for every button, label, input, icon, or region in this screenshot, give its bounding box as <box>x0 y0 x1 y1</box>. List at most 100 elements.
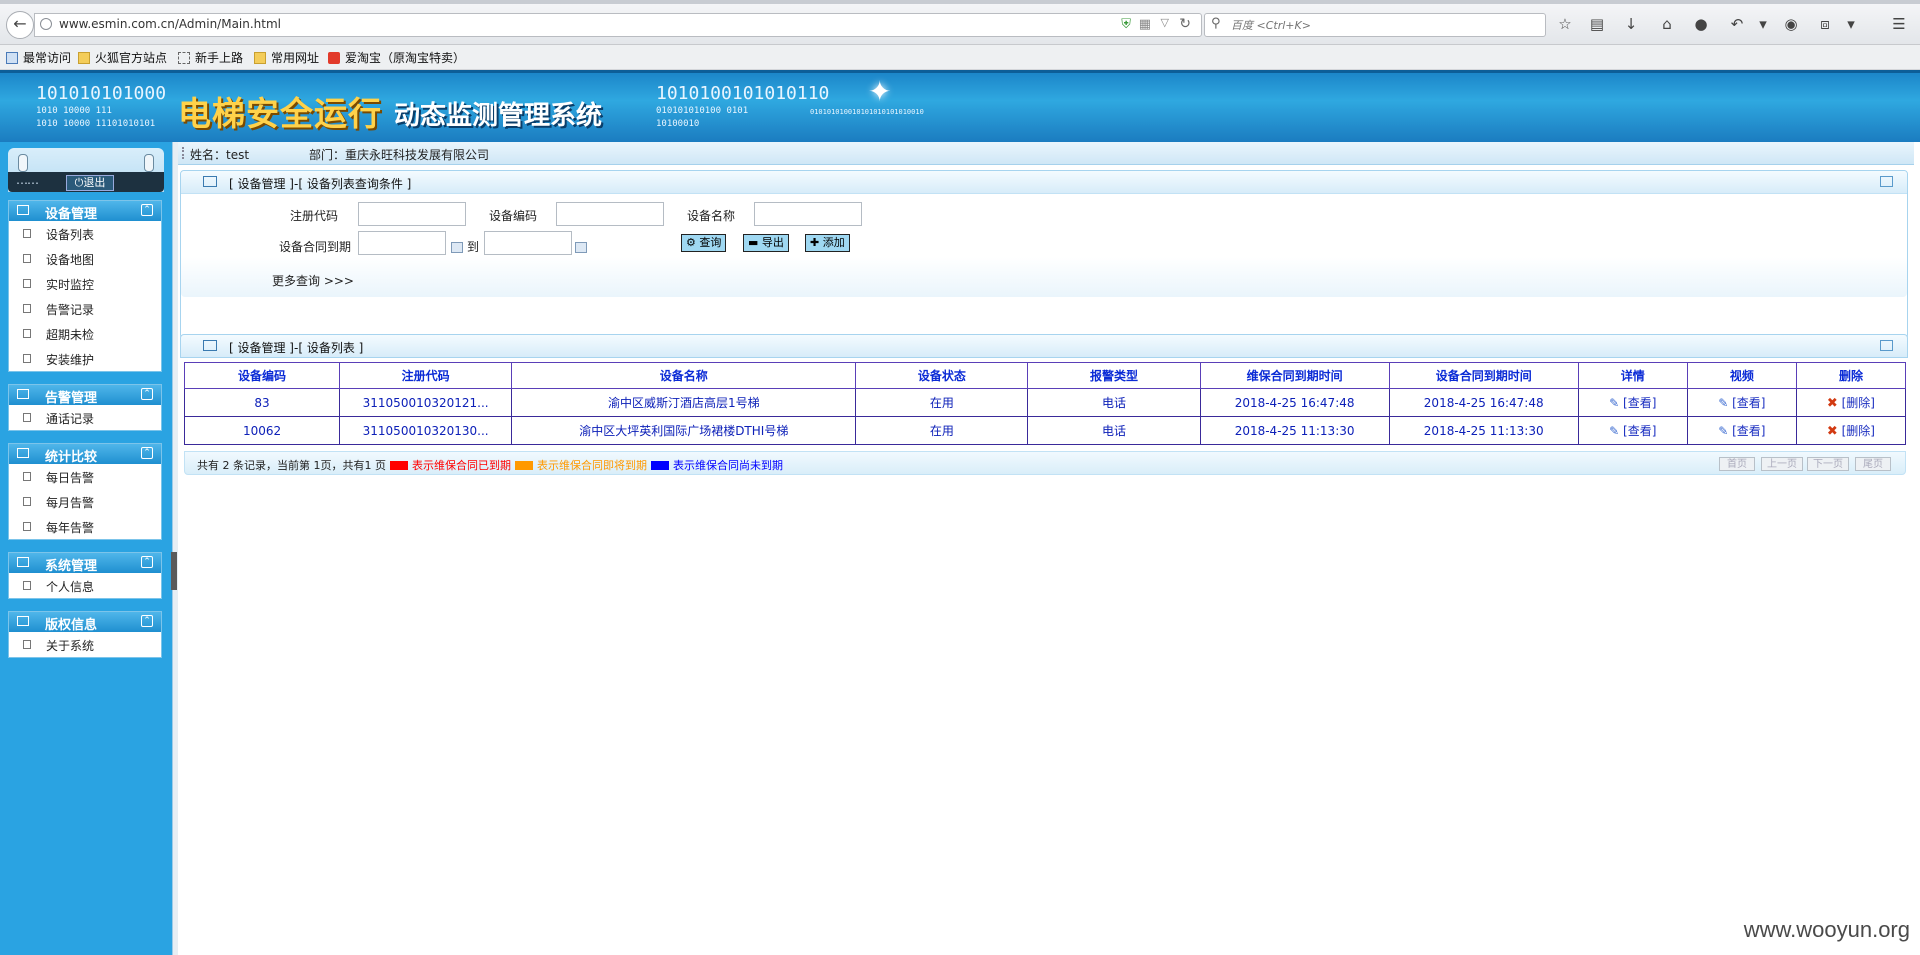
reg-code-input[interactable] <box>358 202 466 226</box>
chat-icon[interactable]: ● <box>1690 14 1712 34</box>
table-row[interactable]: 83 311050010320121... 渝中区威斯汀酒店高层1号梯 在用 电… <box>183 388 1907 417</box>
bookmark-getting-started[interactable]: 新手上路 <box>178 49 243 66</box>
edit-pencil-icon: ✎ <box>1718 396 1729 410</box>
table-row[interactable]: 10062 311050010320130... 渝中区大坪英利国际广场裙楼DT… <box>183 416 1907 445</box>
sidebar-item-daily-alarm[interactable]: 每日告警 <box>9 464 161 489</box>
sidebar-item-realtime-monitor[interactable]: 实时监控 <box>9 271 161 296</box>
contract-start-date-input[interactable] <box>358 231 446 255</box>
sidebar-item-alarm-records[interactable]: 告警记录 <box>9 296 161 321</box>
cell-device-code: 83 <box>183 388 341 417</box>
sidebar: ⋯⋯ ⏻退出 设备管理 ⌃ 设备列表 设备地图 实时监控 告警记录 超期未检 安装… <box>0 142 172 955</box>
collapse-icon[interactable]: ⌃ <box>141 204 153 216</box>
last-page-button[interactable]: 尾页 <box>1855 457 1891 471</box>
prev-page-button[interactable]: 上一页 <box>1761 457 1803 471</box>
qr-code-icon[interactable]: ▦ <box>1139 17 1151 32</box>
binary-decoration: 010101010100 0101 <box>656 106 749 116</box>
menu-group-header[interactable]: 统计比较 ⌃ <box>9 444 161 465</box>
view-video-link[interactable]: [查看] <box>1732 424 1765 438</box>
collapse-icon[interactable]: ⌃ <box>141 556 153 568</box>
sidebar-item-label: 每月告警 <box>46 496 95 510</box>
delete-link[interactable]: [删除] <box>1842 424 1875 438</box>
menu-group-title: 版权信息 <box>45 618 98 633</box>
cell-contract-expire: 2018-4-25 16:47:48 <box>1388 388 1579 417</box>
sidebar-item-call-records[interactable]: 通话记录 <box>9 405 161 430</box>
chevron-down-icon[interactable]: ▾ <box>1840 14 1862 34</box>
sidebar-item-device-list[interactable]: 设备列表 <box>9 221 161 246</box>
cell-maint-expire: 2018-4-25 16:47:48 <box>1199 388 1390 417</box>
undo-icon[interactable]: ↶ <box>1726 14 1748 34</box>
star-icon[interactable]: ☆ <box>1554 14 1576 34</box>
device-code-input[interactable] <box>556 202 664 226</box>
minimize-icon[interactable] <box>1880 176 1893 187</box>
collapse-icon[interactable]: ⌃ <box>141 447 153 459</box>
view-detail-link[interactable]: [查看] <box>1623 424 1656 438</box>
sidebar-item-monthly-alarm[interactable]: 每月告警 <box>9 489 161 514</box>
back-button[interactable]: ← <box>6 11 34 39</box>
crop-icon[interactable]: ⧈ <box>1814 14 1836 34</box>
search-bar[interactable]: ⚲ <box>1204 13 1546 37</box>
sidebar-item-overdue-inspection[interactable]: 超期未检 <box>9 321 161 346</box>
sidebar-item-installation[interactable]: 安装维护 <box>9 346 161 371</box>
edit-pencil-icon: ✎ <box>1718 424 1729 438</box>
shield-icon[interactable]: ⛨ <box>1121 17 1131 32</box>
search-icon: ⚲ <box>1211 16 1221 31</box>
calendar-icon[interactable] <box>575 242 587 253</box>
first-page-button[interactable]: 首页 <box>1719 457 1755 471</box>
search-input[interactable] <box>1229 16 1533 34</box>
query-panel-footer <box>181 257 1907 297</box>
column-header[interactable]: 设备名称 <box>511 362 857 389</box>
column-header[interactable]: 设备状态 <box>855 362 1029 389</box>
bookmark-firefox-site[interactable]: 火狐官方站点 <box>78 49 167 66</box>
menu-group-system: 系统管理 ⌃ 个人信息 <box>8 552 162 599</box>
view-video-link[interactable]: [查看] <box>1732 396 1765 410</box>
download-icon[interactable]: ↓ <box>1620 14 1642 34</box>
bookmark-most-visited[interactable]: 最常访问 <box>6 49 71 66</box>
comment-icon[interactable]: ◉ <box>1780 14 1802 34</box>
home-icon[interactable]: ⌂ <box>1656 14 1678 34</box>
column-header[interactable]: 维保合同到期时间 <box>1199 362 1390 389</box>
menu-icon[interactable]: ☰ <box>1888 14 1910 34</box>
panel-icon <box>203 176 217 187</box>
collapse-icon[interactable]: ⌃ <box>141 615 153 627</box>
sidebar-item-about[interactable]: 关于系统 <box>9 632 161 657</box>
column-header[interactable]: 设备编码 <box>183 362 341 389</box>
sidebar-item-profile[interactable]: 个人信息 <box>9 573 161 598</box>
logout-button[interactable]: ⏻退出 <box>66 175 114 191</box>
export-button[interactable]: ▬ 导出 <box>743 234 789 252</box>
view-detail-link[interactable]: [查看] <box>1623 396 1656 410</box>
sidebar-item-device-map[interactable]: 设备地图 <box>9 246 161 271</box>
menu-group-header[interactable]: 版权信息 ⌃ <box>9 612 161 633</box>
column-header[interactable]: 报警类型 <box>1027 362 1201 389</box>
banner-title-main: 电梯安全运行 <box>178 94 382 133</box>
add-button[interactable]: ✚ 添加 <box>805 234 850 252</box>
splitter-toggle-handle[interactable] <box>171 552 177 590</box>
watermark: www.wooyun.org <box>1743 917 1910 942</box>
doc-icon <box>23 254 31 263</box>
chevron-down-icon[interactable]: ▾ <box>1752 14 1774 34</box>
user-department: 部门：重庆永旺科技发展有限公司 <box>309 148 490 162</box>
contract-end-date-input[interactable] <box>484 231 572 255</box>
reading-list-icon[interactable]: ▤ <box>1586 14 1608 34</box>
column-header[interactable]: 设备合同到期时间 <box>1388 362 1579 389</box>
bookmark-common-sites[interactable]: 常用网址 <box>254 49 319 66</box>
bookmark-aitaobao[interactable]: 爱淘宝（原淘宝特卖） <box>328 49 465 66</box>
query-button[interactable]: ⚙ 查询 <box>681 234 727 252</box>
dropdown-icon[interactable]: ▽ <box>1161 16 1169 29</box>
menu-group-header[interactable]: 系统管理 ⌃ <box>9 553 161 574</box>
menu-group-header[interactable]: 告警管理 ⌃ <box>9 385 161 406</box>
device-name-input[interactable] <box>754 202 862 226</box>
collapse-icon[interactable]: ⌃ <box>141 388 153 400</box>
column-header[interactable]: 注册代码 <box>339 362 513 389</box>
menu-group-header[interactable]: 设备管理 ⌃ <box>9 201 161 222</box>
calendar-icon[interactable] <box>451 242 463 253</box>
delete-link[interactable]: [删除] <box>1842 396 1875 410</box>
taobao-icon <box>328 52 340 64</box>
next-page-button[interactable]: 下一页 <box>1807 457 1849 471</box>
sidebar-item-yearly-alarm[interactable]: 每年告警 <box>9 514 161 539</box>
reload-icon[interactable]: ↻ <box>1179 16 1191 32</box>
delete-x-icon: ✖ <box>1826 424 1838 439</box>
cell-device-name: 渝中区威斯汀酒店高层1号梯 <box>511 388 857 417</box>
address-bar[interactable]: www.esmin.com.cn/Admin/Main.html ⛨ ▦ ▽ ↻ <box>34 13 1202 37</box>
minimize-icon[interactable] <box>1880 340 1893 351</box>
more-query-link[interactable]: 更多查询 >>> <box>272 272 354 289</box>
